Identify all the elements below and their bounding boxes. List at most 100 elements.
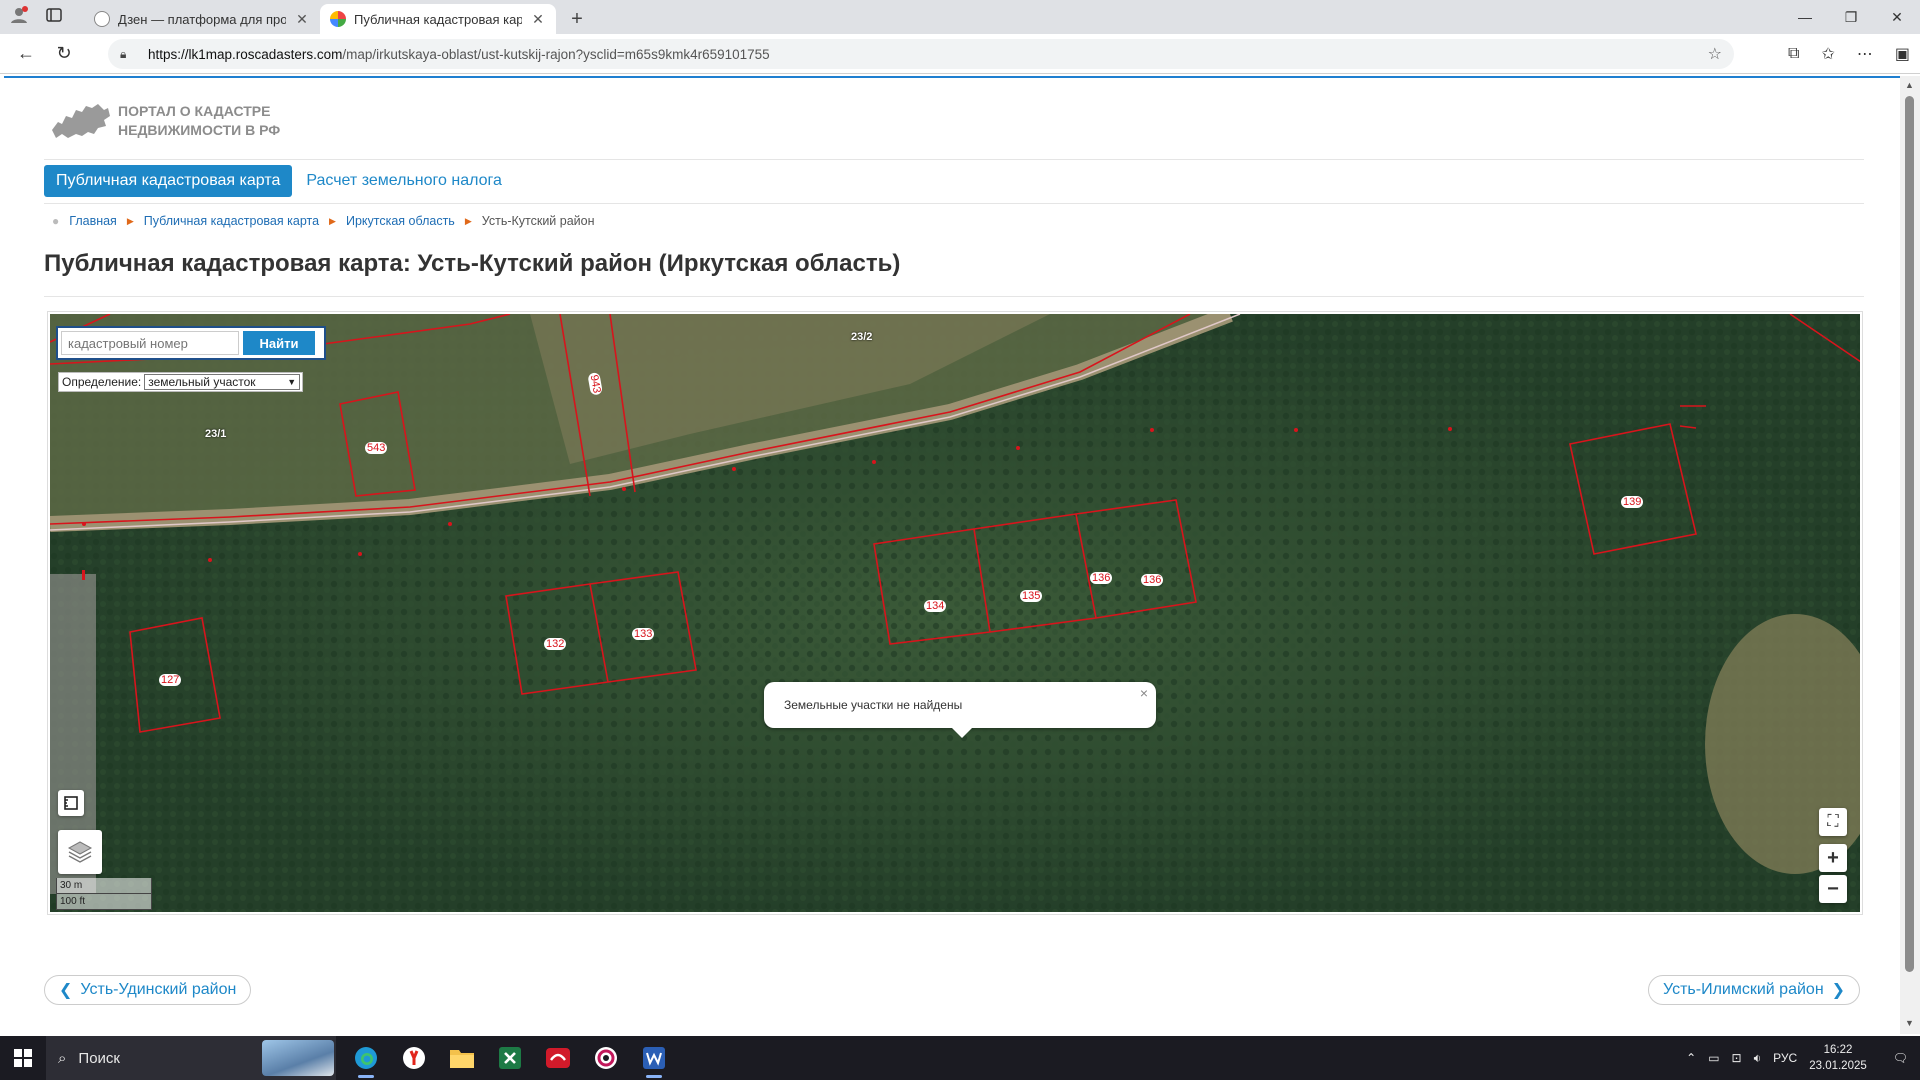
measure-button[interactable] [58,790,84,816]
site-logo[interactable]: ПОРТАЛ О КАДАСТРЕ НЕДВИЖИМОСТИ В РФ [48,100,280,142]
nav-land-tax[interactable]: Расчет земельного налога [306,165,502,197]
favorites-icon[interactable]: ✩ [1821,44,1834,64]
popup-close-icon[interactable]: × [1140,685,1148,701]
new-tab-button[interactable]: + [562,4,592,34]
restore-icon[interactable]: ❐ [1828,0,1874,34]
zoom-out-button[interactable]: − [1819,875,1847,903]
clock[interactable]: 16:22 23.01.2025 [1809,1042,1867,1074]
reload-button[interactable]: ↻ [46,36,82,72]
russia-map-icon [52,104,110,138]
cadastral-number-input[interactable] [61,331,239,355]
cadastral-map[interactable]: 23/2 23/1 543 943 139 134 135 136 136 13… [47,311,1863,915]
window-controls: — ❐ ✕ [1782,0,1920,34]
map-scale: 30 m 100 ft [56,878,152,910]
satellite-imagery[interactable] [50,314,1862,914]
tab-cadastral-map[interactable]: Публичная кадастровая карта: Усть ✕ [320,4,556,34]
tab-actions-icon[interactable] [46,7,62,28]
tab-title: Дзен — платформа для просмотра [118,11,286,27]
breadcrumb: ● Главная ▶ Публичная кадастровая карта … [52,214,595,228]
system-tray: ⌃ ▭ ⊡ 🔉︎ РУС 16:22 23.01.2025 🗨︎ [1686,1036,1920,1080]
minimize-icon[interactable]: — [1782,0,1828,34]
parcel-label[interactable]: 133 [632,628,655,640]
search-icon: ⌕ [58,1049,67,1067]
favorite-star-icon[interactable]: ☆ [1708,44,1722,64]
map-popup: Земельные участки не найдены × [764,682,1156,738]
find-button[interactable]: Найти [243,331,315,355]
parcel-label[interactable]: 543 [365,442,388,454]
yandex-browser-app[interactable] [390,1036,438,1080]
network-icon[interactable]: ⊡ [1732,1051,1742,1065]
url-host: https://lk1map.roscadasters.com [148,46,343,62]
logo-line2: НЕДВИЖИМОСТИ В РФ [118,122,281,138]
breadcrumb-map[interactable]: Публичная кадастровая карта [144,214,319,228]
parcel-label[interactable]: 23/1 [205,428,226,440]
dzen-favicon-icon [94,11,110,27]
breadcrumb-current: Усть-Кутский район [481,214,595,228]
prev-district-button[interactable]: ❮ Усть-Удинский район [44,975,252,1005]
divider [44,296,1864,297]
word-app[interactable] [630,1036,678,1080]
tab-close-icon[interactable]: ✕ [294,11,310,28]
sidebar-icon[interactable]: ▣ [1895,44,1910,64]
file-explorer-app[interactable] [438,1036,486,1080]
layers-button[interactable] [58,830,102,874]
meet-now-icon[interactable]: ▭ [1708,1051,1719,1065]
volume-icon[interactable]: 🔉︎ [1754,1051,1762,1066]
notifications-icon[interactable]: 🗨︎ [1893,1051,1908,1065]
back-button[interactable]: ← [8,36,44,72]
next-district-button[interactable]: Усть-Илимский район ❯ [1648,975,1861,1005]
tab-dzen[interactable]: Дзен — платформа для просмотра ✕ [84,4,320,34]
profile-icon[interactable] [10,5,28,29]
scrollbar-thumb[interactable] [1905,96,1914,972]
parcel-label[interactable]: 135 [1020,590,1043,602]
circle-app[interactable] [582,1036,630,1080]
main-nav: Публичная кадастровая карта Расчет земел… [44,165,502,197]
url-field[interactable]: 🔒︎ https://lk1map.roscadasters.com/map/i… [108,39,1734,69]
nav-public-map[interactable]: Публичная кадастровая карта [44,165,293,197]
breadcrumb-home[interactable]: Главная [69,214,117,228]
edge-app[interactable] [342,1036,390,1080]
taskbar-search[interactable]: ⌕ Поиск [46,1036,336,1080]
layers-icon [67,841,93,863]
tray-chevron-icon[interactable]: ⌃ [1686,1051,1696,1065]
breadcrumb-region[interactable]: Иркутская область [346,214,455,228]
browser-tab-bar: Дзен — платформа для просмотра ✕ Публичн… [0,0,1920,34]
zoom-in-button[interactable]: + [1819,844,1847,872]
logo-line1: ПОРТАЛ О КАДАСТРЕ [118,103,271,119]
page-title: Публичная кадастровая карта: Усть-Кутски… [44,250,901,277]
folder-icon [450,1050,474,1068]
logo-text: ПОРТАЛ О КАДАСТРЕ НЕДВИЖИМОСТИ В РФ [118,102,280,140]
definition-select[interactable]: земельный участок ▼ [144,374,301,390]
address-toolbar: ← ↻ 🔒︎ https://lk1map.roscadasters.com/m… [0,34,1920,74]
parcel-label[interactable]: 132 [544,638,567,650]
parcel-label[interactable]: 136 [1090,572,1113,584]
app-red-icon [546,1048,570,1068]
start-button[interactable] [0,1036,46,1080]
parcel-label[interactable]: 139 [1621,496,1644,508]
plus-icon: + [1827,846,1839,869]
app-circle-icon [595,1047,617,1069]
next-district-label: Усть-Илимский район [1663,981,1824,998]
parcel-label[interactable]: 134 [924,600,947,612]
site-favicon-icon [330,11,346,27]
parcel-label[interactable]: 136 [1141,574,1164,586]
scroll-up-icon[interactable]: ▲ [1905,80,1914,90]
clock-date: 23.01.2025 [1809,1060,1867,1072]
definition-value: земельный участок [148,375,256,389]
close-window-icon[interactable]: ✕ [1874,0,1920,34]
divider [44,159,1864,160]
red-app[interactable] [534,1036,582,1080]
page-scrollbar[interactable]: ▲ ▼ [1900,76,1920,1034]
tab-close-icon[interactable]: ✕ [530,11,546,28]
parcel-label[interactable]: 127 [159,674,182,686]
language-indicator[interactable]: РУС [1773,1051,1797,1065]
scroll-down-icon[interactable]: ▼ [1905,1018,1914,1028]
menu-dots-icon[interactable]: ⋯ [1857,44,1873,64]
chevron-left-icon: ❮ [59,982,73,999]
site-info-icon[interactable]: 🔒︎ [120,47,136,62]
scale-imperial: 100 ft [56,894,152,910]
fullscreen-button[interactable]: ⛶ [1819,808,1847,836]
extensions-icon[interactable]: ⧉ [1788,45,1799,63]
excel-app[interactable] [486,1036,534,1080]
parcel-label[interactable]: 23/2 [851,331,872,343]
